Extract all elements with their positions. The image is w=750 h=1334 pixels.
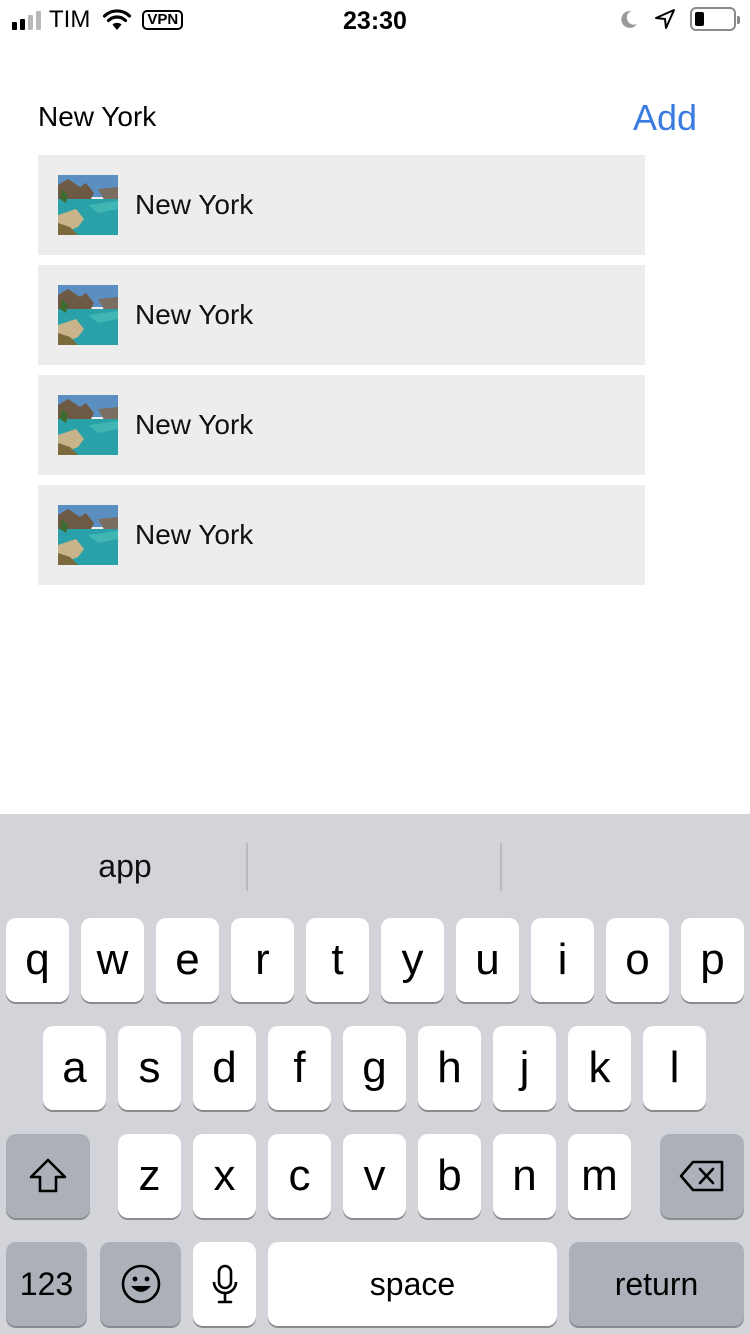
key-n[interactable]: n: [493, 1134, 556, 1218]
key-t[interactable]: t: [306, 918, 369, 1002]
coastal-landscape-image: [58, 395, 118, 455]
key-j[interactable]: j: [493, 1026, 556, 1110]
list-item-label: New York: [135, 189, 254, 220]
key-s[interactable]: s: [118, 1026, 181, 1110]
location-icon: [655, 9, 675, 29]
key-k[interactable]: k: [568, 1026, 631, 1110]
space-key[interactable]: space: [268, 1242, 557, 1326]
key-d[interactable]: d: [193, 1026, 256, 1110]
return-key[interactable]: return: [569, 1242, 744, 1326]
key-u[interactable]: u: [456, 918, 519, 1002]
status-right: [618, 7, 740, 31]
coastal-landscape-image: [58, 285, 118, 345]
key-p[interactable]: p: [681, 918, 744, 1002]
shift-key[interactable]: [6, 1134, 90, 1218]
key-a[interactable]: a: [43, 1026, 106, 1110]
suggestion-divider: [246, 843, 248, 891]
key-y[interactable]: y: [381, 918, 444, 1002]
moon-icon: [621, 10, 637, 28]
location-list: New York New York New York New York: [38, 155, 645, 595]
backspace-key[interactable]: [660, 1134, 744, 1218]
emoji-icon: [121, 1264, 160, 1304]
key-i[interactable]: i: [531, 918, 594, 1002]
list-item-label: New York: [135, 409, 254, 440]
coastal-landscape-image: [58, 175, 118, 235]
key-w[interactable]: w: [81, 918, 144, 1002]
key-b[interactable]: b: [418, 1134, 481, 1218]
shift-icon: [29, 1158, 67, 1193]
key-q[interactable]: q: [6, 918, 69, 1002]
numbers-key[interactable]: 123: [6, 1242, 87, 1326]
coastal-landscape-image: [58, 505, 118, 565]
keyboard: app q w e r t y u i o p a s d f g h j k …: [0, 814, 750, 1334]
key-g[interactable]: g: [343, 1026, 406, 1110]
microphone-key[interactable]: [193, 1242, 256, 1326]
list-item-label: New York: [135, 519, 254, 550]
key-o[interactable]: o: [606, 918, 669, 1002]
add-button[interactable]: Add: [633, 98, 697, 138]
list-item[interactable]: New York: [38, 485, 645, 585]
key-r[interactable]: r: [231, 918, 294, 1002]
key-x[interactable]: x: [193, 1134, 256, 1218]
suggestion-3[interactable]: [500, 814, 750, 918]
microphone-icon: [212, 1264, 237, 1304]
key-z[interactable]: z: [118, 1134, 181, 1218]
backspace-icon: [679, 1160, 724, 1192]
emoji-key[interactable]: [100, 1242, 181, 1326]
suggestion-1[interactable]: app: [0, 814, 250, 918]
key-f[interactable]: f: [268, 1026, 331, 1110]
list-item[interactable]: New York: [38, 375, 645, 475]
suggestion-bar: app: [0, 814, 750, 918]
header-title: New York: [38, 101, 157, 132]
key-c[interactable]: c: [268, 1134, 331, 1218]
battery-fill: [695, 12, 704, 26]
key-h[interactable]: h: [418, 1026, 481, 1110]
key-l[interactable]: l: [643, 1026, 706, 1110]
list-item[interactable]: New York: [38, 265, 645, 365]
status-bar: TIM VPN 23:30: [0, 0, 750, 40]
list-item[interactable]: New York: [38, 155, 645, 255]
list-item-label: New York: [135, 299, 254, 330]
key-v[interactable]: v: [343, 1134, 406, 1218]
battery-icon: [690, 7, 740, 31]
key-e[interactable]: e: [156, 918, 219, 1002]
key-m[interactable]: m: [568, 1134, 631, 1218]
suggestion-2[interactable]: [250, 814, 500, 918]
